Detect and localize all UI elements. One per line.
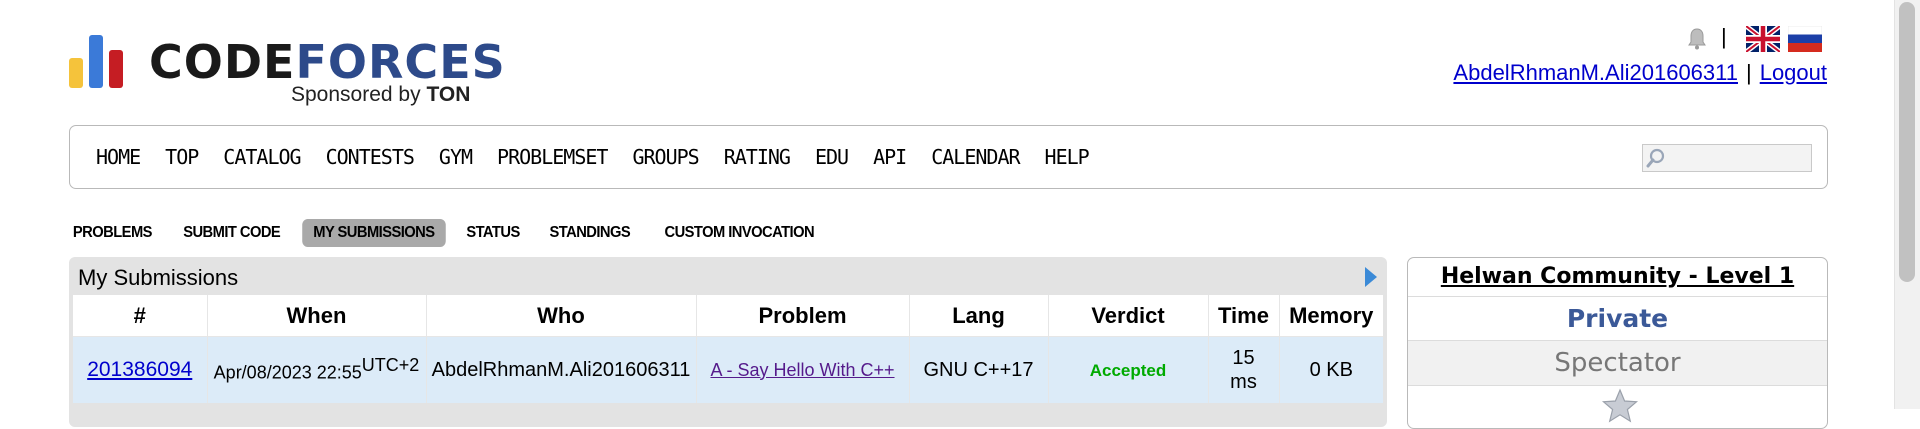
logo-bar-yellow bbox=[69, 58, 83, 88]
russia-flag-icon[interactable] bbox=[1788, 26, 1822, 52]
group-title-link[interactable]: Helwan Community - Level 1 bbox=[1408, 258, 1827, 297]
search-icon bbox=[1646, 148, 1665, 168]
cell-problem: A - Say Hello With C++ bbox=[696, 336, 910, 403]
cell-who: AbdelRhmanM.Ali201606311 bbox=[426, 336, 697, 403]
group-privacy: Private bbox=[1408, 297, 1827, 341]
menu-item-catalog[interactable]: CATALOG bbox=[223, 145, 301, 169]
logo-word-part1: CODE bbox=[149, 35, 296, 89]
codeforces-logo[interactable]: CODEFORCES Sponsored by TON bbox=[69, 33, 505, 113]
submission-time: Apr/08/2023 22:55 bbox=[213, 362, 362, 383]
menu-item-gym[interactable]: GYM bbox=[439, 145, 473, 169]
col-header-who: Who bbox=[426, 295, 697, 337]
uk-flag-icon[interactable] bbox=[1746, 26, 1780, 52]
menu-item-contests[interactable]: CONTESTS bbox=[326, 145, 415, 169]
contest-submenu: PROBLEMS SUBMIT CODE MY SUBMISSIONS STAT… bbox=[69, 218, 832, 248]
user-area: AbdelRhmanM.Ali201606311 | Logout bbox=[1453, 60, 1827, 86]
vertical-scrollbar[interactable] bbox=[1894, 0, 1920, 409]
logo-bar-red bbox=[109, 50, 123, 88]
submissions-table: # When Who Problem Lang Verdict Time Mem… bbox=[73, 295, 1383, 403]
logo-word-part2: FORCES bbox=[295, 35, 506, 89]
lang-separator: | bbox=[1721, 24, 1727, 49]
submission-id-link[interactable]: 201386094 bbox=[87, 358, 192, 381]
scrollbar-thumb[interactable] bbox=[1899, 2, 1915, 282]
menu-item-groups[interactable]: GROUPS bbox=[632, 145, 699, 169]
bell-icon[interactable] bbox=[1688, 28, 1706, 50]
cell-lang: GNU C++17 bbox=[909, 336, 1049, 403]
sponsor-name: TON bbox=[426, 83, 471, 106]
sponsor-prefix: Sponsored by bbox=[291, 83, 427, 106]
panel-title: My Submissions bbox=[78, 265, 239, 290]
menu-item-help[interactable]: HELP bbox=[1045, 145, 1090, 169]
logo-wordmark: CODEFORCES bbox=[149, 39, 506, 85]
cell-id: 201386094 bbox=[73, 336, 208, 403]
menu-item-api[interactable]: API bbox=[873, 145, 907, 169]
col-header-lang: Lang bbox=[909, 295, 1049, 337]
menu-item-edu[interactable]: EDU bbox=[815, 145, 849, 169]
col-header-time: Time bbox=[1208, 295, 1280, 337]
col-header-id: # bbox=[73, 295, 208, 337]
logo-bar-blue bbox=[89, 35, 103, 88]
cell-verdict: Accepted bbox=[1048, 336, 1209, 403]
cell-time: 15 ms bbox=[1208, 336, 1280, 403]
col-header-problem: Problem bbox=[696, 295, 910, 337]
submenu-my-submissions[interactable]: MY SUBMISSIONS bbox=[302, 219, 446, 247]
my-submissions-panel: My Submissions # When Who Problem Lang V… bbox=[69, 257, 1387, 427]
verdict-accepted: Accepted bbox=[1089, 360, 1167, 380]
username-link[interactable]: AbdelRhmanM.Ali201606311 bbox=[1453, 60, 1738, 85]
table-header-row: # When Who Problem Lang Verdict Time Mem… bbox=[73, 295, 1383, 337]
menu-item-calendar[interactable]: CALENDAR bbox=[931, 145, 1020, 169]
col-header-memory: Memory bbox=[1279, 295, 1383, 337]
submission-timezone: UTC+2 bbox=[361, 355, 420, 376]
menu-item-rating[interactable]: RATING bbox=[724, 145, 791, 169]
menu-item-home[interactable]: HOME bbox=[96, 145, 141, 169]
arrow-right-icon[interactable] bbox=[1365, 267, 1377, 287]
logout-link[interactable]: Logout bbox=[1760, 60, 1827, 85]
cell-memory: 0 KB bbox=[1279, 336, 1383, 403]
submenu-submit-code[interactable]: SUBMIT CODE bbox=[172, 219, 291, 247]
table-row: 201386094 Apr/08/2023 22:55UTC+2 AbdelRh… bbox=[73, 336, 1383, 403]
time-value: 15 bbox=[1232, 347, 1255, 369]
submenu-custom-invocation[interactable]: CUSTOM INVOCATION bbox=[653, 219, 825, 247]
time-unit: ms bbox=[1230, 371, 1257, 393]
submenu-problems[interactable]: PROBLEMS bbox=[73, 219, 163, 247]
submenu-standings[interactable]: STANDINGS bbox=[539, 219, 642, 247]
cell-when: Apr/08/2023 22:55UTC+2 bbox=[207, 336, 427, 403]
main-menu-items: HOME TOP CATALOG CONTESTS GYM PROBLEMSET… bbox=[96, 126, 1114, 188]
main-menu: HOME TOP CATALOG CONTESTS GYM PROBLEMSET… bbox=[69, 125, 1828, 189]
submenu-status[interactable]: STATUS bbox=[455, 219, 530, 247]
group-sidebar-box: Helwan Community - Level 1 Private Spect… bbox=[1407, 257, 1828, 429]
group-role: Spectator bbox=[1408, 341, 1827, 386]
logo-sponsor: Sponsored by TON bbox=[291, 83, 470, 107]
col-header-when: When bbox=[207, 295, 427, 337]
star-icon[interactable] bbox=[1601, 388, 1639, 424]
menu-item-problemset[interactable]: PROBLEMSET bbox=[497, 145, 608, 169]
problem-link[interactable]: A - Say Hello With C++ bbox=[710, 360, 894, 380]
col-header-verdict: Verdict bbox=[1048, 295, 1209, 337]
user-separator: | bbox=[1745, 60, 1752, 85]
search-input[interactable] bbox=[1642, 144, 1812, 172]
menu-item-top[interactable]: TOP bbox=[165, 145, 199, 169]
